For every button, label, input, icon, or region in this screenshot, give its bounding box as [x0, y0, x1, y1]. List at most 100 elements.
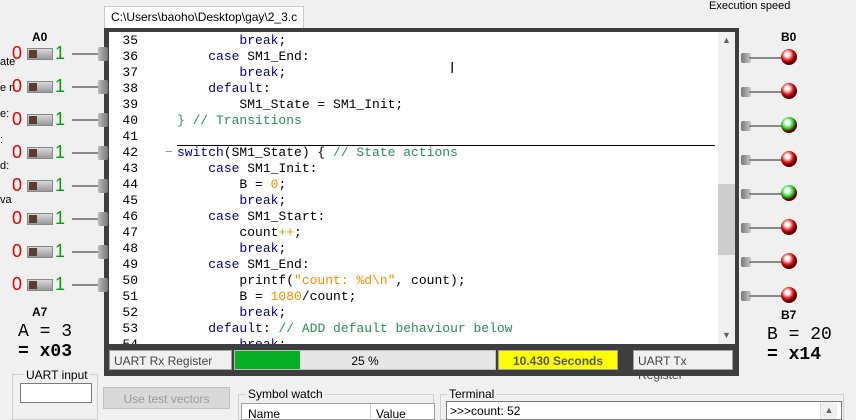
symbol-watch-table[interactable]: Name Value [241, 403, 435, 420]
code-token: B = [177, 177, 271, 192]
terminal-scroll-up-icon[interactable]: ▲ [820, 402, 837, 419]
line-code: count++; [177, 225, 301, 241]
led-wire [749, 295, 783, 297]
left-panel-label: d: [0, 160, 10, 172]
fold-collapse-icon[interactable]: − [165, 145, 173, 161]
line-code: break; [177, 65, 286, 81]
code-line[interactable]: 51 B = 1080/count; [109, 289, 719, 305]
code-line[interactable]: 40} // Transitions [109, 113, 719, 129]
code-line[interactable]: 45 break; [109, 193, 719, 209]
switch-knob[interactable] [29, 149, 37, 157]
switch-knob[interactable] [29, 116, 37, 124]
code-line[interactable]: 38 default: [109, 81, 719, 97]
input-a-hex: = x03 [18, 342, 73, 362]
scroll-down-icon[interactable]: ▼ [718, 330, 735, 340]
input-switch[interactable]: 01 [12, 274, 108, 296]
code-line[interactable]: 44 B = 0; [109, 177, 719, 193]
code-token: (SM1_State) { [223, 145, 334, 160]
switch-knob[interactable] [29, 248, 37, 256]
code-line[interactable]: 43 case SM1_Init: [109, 161, 719, 177]
output-led-row [741, 81, 801, 101]
text-cursor-icon: I [450, 60, 455, 77]
code-line[interactable]: 49 case SM1_End: [109, 257, 719, 273]
line-code: default: [177, 81, 270, 97]
left-panel-label: va [0, 194, 12, 206]
terminal-output[interactable]: >>>count: 52 [446, 401, 842, 420]
code-token: B = [177, 289, 271, 304]
code-token: break [239, 305, 279, 320]
switch-knob[interactable] [29, 215, 37, 223]
code-line[interactable]: 39 SM1_State = SM1_Init; [109, 97, 719, 113]
input-switch[interactable]: 01 [12, 208, 108, 230]
output-led-row [741, 115, 801, 135]
symbol-name-header[interactable]: Name [248, 407, 280, 420]
input-switch[interactable]: 01 [12, 43, 108, 65]
file-tab[interactable]: C:\Users\baoho\Desktop\gay\2_3.c [104, 6, 305, 28]
code-line[interactable]: 50 printf("count: %d\n", count); [109, 273, 719, 289]
line-code: default: // ADD default behaviour below [177, 321, 512, 337]
line-code: } // Transitions [177, 113, 302, 129]
line-code: break; [177, 193, 286, 209]
editor-scroll-thumb[interactable] [718, 184, 735, 255]
code-line[interactable]: 52 break; [109, 305, 719, 321]
input-a7-label: A7 [32, 305, 48, 319]
line-number: 41 [122, 129, 138, 144]
code-token: count [177, 225, 279, 240]
input-a0-label: A0 [32, 30, 48, 44]
code-line[interactable]: 42 − switch(SM1_State) { // State actions [109, 145, 719, 161]
input-switch[interactable]: 01 [12, 76, 108, 98]
code-line[interactable]: 54 break; [109, 337, 719, 344]
output-led-row [741, 47, 801, 67]
switch-one-label: 1 [55, 76, 66, 96]
code-line[interactable]: 36 case SM1_End: [109, 49, 719, 65]
code-line[interactable]: 47 count++; [109, 225, 719, 241]
line-number: 45 [122, 193, 138, 208]
code-line[interactable]: 35 break; [109, 33, 719, 49]
code-token: ; [278, 177, 287, 192]
input-switch[interactable]: 01 [12, 142, 108, 164]
symbol-value-header[interactable]: Value [376, 407, 406, 420]
led-red-icon [781, 49, 797, 65]
line-number: 35 [122, 33, 138, 48]
code-editor[interactable]: 35 break; 36 case SM1_End: 37 break; 38 def… [109, 32, 735, 344]
line-code: case SM1_Init: [177, 161, 317, 177]
uart-input-field[interactable] [20, 383, 92, 403]
line-number: 38 [122, 81, 138, 96]
line-code: case SM1_End: [177, 49, 309, 65]
switch-knob[interactable] [29, 182, 37, 190]
code-line[interactable]: 37 break; [109, 65, 719, 81]
line-number: 44 [122, 177, 138, 192]
line-number: 50 [122, 273, 138, 288]
input-switch[interactable]: 01 [12, 109, 108, 131]
line-number: 54 [109, 337, 138, 344]
code-line[interactable]: 41 [109, 129, 719, 145]
code-line[interactable]: 53 default: // ADD default behaviour bel… [109, 321, 719, 337]
line-number: 37 [122, 65, 138, 80]
scroll-up-icon[interactable]: ▲ [718, 35, 735, 45]
uart-tx-register: UART Tx Register [633, 350, 733, 382]
switch-knob[interactable] [29, 83, 37, 91]
code-line[interactable]: 46 case SM1_Start: [109, 209, 719, 225]
use-test-vectors-button[interactable]: Use test vectors [103, 387, 230, 409]
line-number: 53 [122, 321, 138, 336]
switch-knob[interactable] [29, 281, 37, 289]
switch-knob[interactable] [29, 50, 37, 58]
switch-pin-icon [98, 245, 108, 259]
line-code: break; [177, 33, 286, 49]
input-switch[interactable]: 01 [12, 241, 108, 263]
led-wire [749, 91, 783, 93]
led-green-icon [781, 117, 797, 133]
switch-zero-label: 0 [12, 142, 23, 162]
led-wire [749, 261, 783, 263]
input-switch[interactable]: 01 [12, 175, 108, 197]
code-token: case [208, 209, 240, 224]
line-number: 52 [122, 305, 138, 320]
code-line[interactable]: 48 break; [109, 241, 719, 257]
symbol-watch-label: Symbol watch [246, 387, 325, 401]
code-token: /count; [301, 289, 357, 304]
code-token: case [208, 161, 240, 176]
